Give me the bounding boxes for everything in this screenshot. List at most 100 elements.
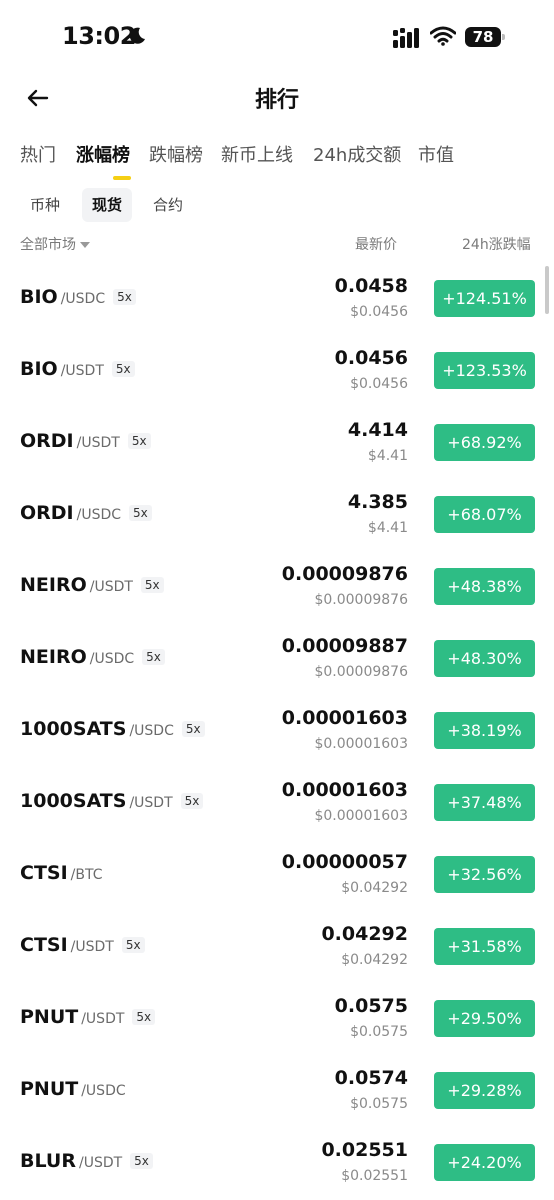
tab-market-cap[interactable]: 市值 (418, 141, 454, 167)
change-column-header[interactable]: 24h涨跌幅 (462, 234, 531, 254)
table-row[interactable]: ORDI/USDT 5x 4.414 $4.41 +68.92% (0, 406, 554, 478)
change-badge[interactable]: +29.50% (434, 1000, 535, 1037)
usd-price: $0.00009876 (314, 664, 408, 680)
change-badge[interactable]: +68.92% (434, 424, 535, 461)
ranking-screen: 13:02 78 排行 热门 涨幅榜 跌幅榜 新币上线 24h成交额 市值 币种… (0, 0, 554, 1200)
last-price: 0.00001603 (281, 707, 408, 729)
table-row[interactable]: ORDI/USDC 5x 4.385 $4.41 +68.07% (0, 478, 554, 550)
last-price: 0.0458 (334, 275, 408, 297)
cellular-signal-icon (393, 28, 419, 48)
battery-tip (502, 34, 505, 40)
tab-gainers[interactable]: 涨幅榜 (76, 141, 130, 167)
change-badge[interactable]: +124.51% (434, 280, 535, 317)
table-row[interactable]: NEIRO/USDC 5x 0.00009887 $0.00009876 +48.… (0, 622, 554, 694)
base-asset: NEIRO (20, 646, 87, 668)
wifi-icon (430, 26, 456, 46)
table-row[interactable]: 1000SATS/USDC 5x 0.00001603 $0.00001603 +… (0, 694, 554, 766)
leverage-badge: 5x (140, 577, 164, 593)
status-bar: 13:02 78 (0, 0, 554, 76)
market-filter-dropdown[interactable]: 全部市场 (20, 234, 90, 254)
usd-price: $0.04292 (341, 952, 408, 968)
leverage-badge: 5x (113, 289, 136, 305)
subtab-futures[interactable]: 合约 (143, 188, 193, 222)
price-column-header[interactable]: 最新价 (355, 234, 397, 254)
leverage-badge: 5x (142, 649, 165, 665)
change-badge[interactable]: +29.28% (434, 1072, 535, 1109)
change-badge[interactable]: +38.19% (434, 712, 535, 749)
quote-asset: /USDT (60, 363, 104, 379)
change-badge[interactable]: +68.07% (434, 496, 535, 533)
battery-level: 78 (465, 27, 501, 47)
base-asset: PNUT (20, 1078, 79, 1100)
change-badge[interactable]: +48.38% (434, 568, 535, 605)
quote-asset: /USDC (89, 651, 135, 667)
table-row[interactable]: PNUT/USDC 0.0574 $0.0575 +29.28% (0, 1054, 554, 1126)
usd-price: $0.02551 (341, 1168, 408, 1184)
usd-price: $0.0456 (350, 304, 408, 320)
table-row[interactable]: CTSI/USDT 5x 0.04292 $0.04292 +31.58% (0, 910, 554, 982)
change-badge[interactable]: +48.30% (434, 640, 535, 677)
table-row[interactable]: BLUR/USDT 5x 0.02551 $0.02551 +24.20% (0, 1126, 554, 1198)
base-asset: 1000SATS (20, 718, 127, 740)
table-row[interactable]: CTSI/BTC 0.00000057 $0.04292 +32.56% (0, 838, 554, 910)
base-asset: CTSI (20, 862, 68, 884)
usd-price: $0.00001603 (314, 736, 408, 752)
symbol-cell: PNUT/USDC (20, 1078, 126, 1100)
quote-asset: /USDC (76, 507, 122, 523)
quote-asset: /USDC (81, 1083, 126, 1099)
base-asset: ORDI (20, 430, 74, 452)
quote-asset: /USDT (129, 795, 173, 811)
tab-new-listings[interactable]: 新币上线 (221, 141, 293, 167)
ranking-list: BIO/USDC 5x 0.0458 $0.0456 +124.51% BIO/U… (0, 262, 554, 1198)
symbol-cell: CTSI/BTC (20, 862, 103, 884)
symbol-cell: PNUT/USDT 5x (20, 1006, 156, 1028)
change-badge[interactable]: +24.20% (434, 1144, 535, 1181)
tab-24h-volume[interactable]: 24h成交额 (313, 141, 401, 167)
status-time: 13:02 (62, 22, 136, 50)
subtab-spot[interactable]: 现货 (82, 188, 133, 222)
table-row[interactable]: 1000SATS/USDT 5x 0.00001603 $0.00001603 +… (0, 766, 554, 838)
change-badge[interactable]: +123.53% (434, 352, 535, 389)
subtab-coin[interactable]: 币种 (20, 188, 70, 222)
symbol-cell: 1000SATS/USDC 5x (20, 718, 205, 740)
page-title: 排行 (254, 88, 299, 113)
usd-price: $0.0456 (350, 376, 408, 392)
last-price: 0.00001603 (281, 779, 408, 801)
tab-losers[interactable]: 跌幅榜 (149, 141, 203, 167)
leverage-badge: 5x (127, 433, 151, 449)
back-arrow-icon[interactable] (26, 86, 50, 110)
base-asset: 1000SATS (20, 790, 127, 812)
table-row[interactable]: NEIRO/USDT 5x 0.00009876 $0.00009876 +48.… (0, 550, 554, 622)
symbol-cell: BLUR/USDT 5x (20, 1150, 153, 1172)
base-asset: PNUT (20, 1006, 79, 1028)
last-price: 0.00009887 (281, 635, 408, 657)
change-badge[interactable]: +31.58% (434, 928, 535, 965)
scrollbar[interactable] (545, 266, 549, 314)
base-asset: ORDI (20, 502, 74, 524)
moon-icon (129, 27, 145, 44)
last-price: 4.414 (347, 419, 408, 441)
leverage-badge: 5x (132, 1009, 156, 1025)
symbol-cell: NEIRO/USDT 5x (20, 574, 164, 596)
change-badge[interactable]: +32.56% (434, 856, 535, 893)
usd-price: $4.41 (367, 448, 408, 464)
last-price: 0.0575 (334, 995, 408, 1017)
base-asset: BLUR (20, 1150, 76, 1172)
tab-hot[interactable]: 热门 (20, 141, 56, 167)
symbol-cell: NEIRO/USDC 5x (20, 646, 165, 668)
usd-price: $0.00001603 (314, 808, 408, 824)
change-badge[interactable]: +37.48% (434, 784, 535, 821)
table-row[interactable]: BIO/USDT 5x 0.0456 $0.0456 +123.53% (0, 334, 554, 406)
market-filter-label: 全部市场 (20, 237, 76, 253)
active-tab-indicator (113, 176, 131, 180)
quote-asset: /BTC (70, 867, 103, 883)
usd-price: $0.0575 (350, 1024, 408, 1040)
table-row[interactable]: BIO/USDC 5x 0.0458 $0.0456 +124.51% (0, 262, 554, 334)
usd-price: $0.00009876 (314, 592, 408, 608)
quote-asset: /USDC (60, 291, 106, 307)
quote-asset: /USDC (129, 723, 174, 739)
quote-asset: /USDT (70, 939, 114, 955)
last-price: 0.00009876 (281, 563, 408, 585)
symbol-cell: 1000SATS/USDT 5x (20, 790, 204, 812)
table-row[interactable]: PNUT/USDT 5x 0.0575 $0.0575 +29.50% (0, 982, 554, 1054)
